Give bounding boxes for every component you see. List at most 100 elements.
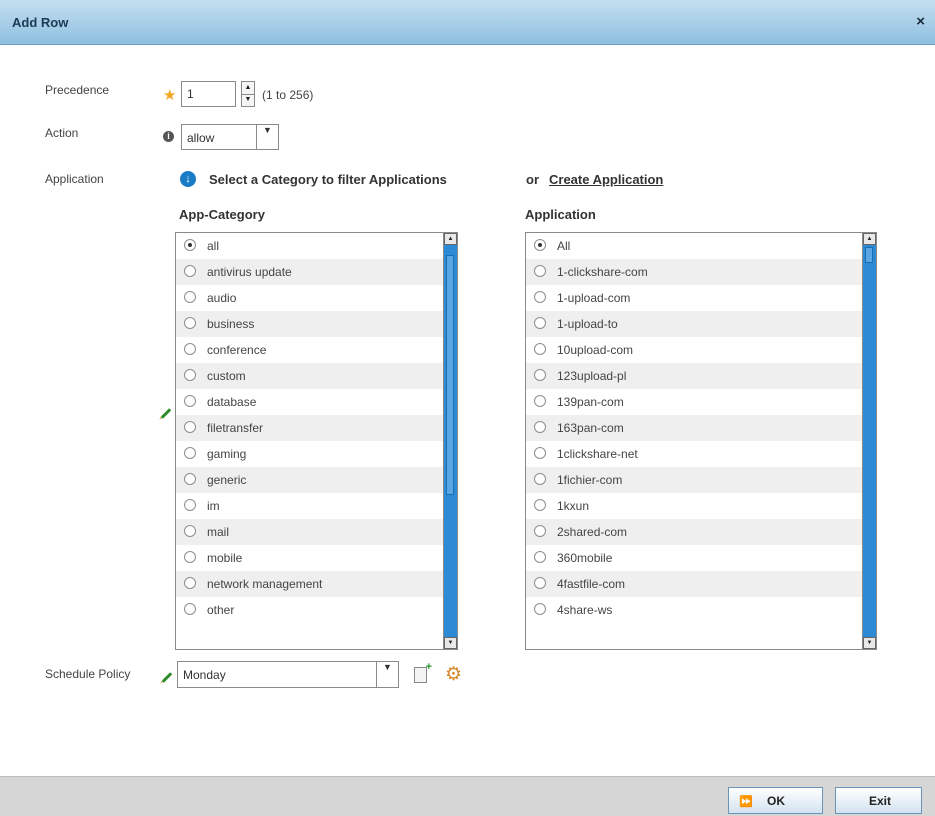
- list-item-label: 1-upload-com: [557, 291, 631, 305]
- schedule-policy-select[interactable]: Monday ▼: [177, 661, 399, 688]
- radio-button[interactable]: [534, 603, 546, 615]
- list-item[interactable]: custom: [176, 363, 443, 389]
- exit-button[interactable]: Exit: [835, 787, 922, 814]
- radio-button[interactable]: [184, 447, 196, 459]
- radio-button[interactable]: [184, 343, 196, 355]
- application-scrollbar[interactable]: ▲ ▼: [862, 233, 876, 649]
- app-category-list[interactable]: all antivirus update audio business conferen…: [175, 232, 458, 650]
- list-item[interactable]: conference: [176, 337, 443, 363]
- precedence-input[interactable]: 1: [181, 81, 236, 107]
- radio-button[interactable]: [534, 551, 546, 563]
- radio-button[interactable]: [534, 499, 546, 511]
- list-item-label: 139pan-com: [557, 395, 624, 409]
- precedence-spinner[interactable]: ▲ ▼: [241, 81, 255, 107]
- radio-button[interactable]: [184, 421, 196, 433]
- scroll-thumb[interactable]: [446, 255, 454, 495]
- scroll-down-icon[interactable]: ▼: [863, 637, 876, 649]
- list-item-label: 1kxun: [557, 499, 590, 513]
- radio-button[interactable]: [184, 369, 196, 381]
- list-item-label: 360mobile: [557, 551, 613, 565]
- radio-button[interactable]: [534, 343, 546, 355]
- scroll-down-icon[interactable]: ▼: [444, 637, 457, 649]
- list-item[interactable]: audio: [176, 285, 443, 311]
- radio-button[interactable]: [534, 291, 546, 303]
- radio-button[interactable]: [534, 395, 546, 407]
- precedence-range-hint: (1 to 256): [262, 88, 314, 102]
- list-item[interactable]: 163pan-com: [526, 415, 862, 441]
- radio-button[interactable]: [534, 525, 546, 537]
- edit-pencil-icon: [161, 672, 173, 683]
- application-list[interactable]: All 1-clickshare-com 1-upload-com 1-upload-…: [525, 232, 877, 650]
- list-item[interactable]: 10upload-com: [526, 337, 862, 363]
- application-header: Application: [525, 207, 596, 222]
- list-item[interactable]: gaming: [176, 441, 443, 467]
- list-item[interactable]: generic: [176, 467, 443, 493]
- radio-button[interactable]: [184, 551, 196, 563]
- list-item[interactable]: All: [526, 233, 862, 259]
- radio-button[interactable]: [184, 291, 196, 303]
- application-label: Application: [45, 172, 104, 186]
- radio-button[interactable]: [534, 421, 546, 433]
- list-item[interactable]: 360mobile: [526, 545, 862, 571]
- radio-button[interactable]: [534, 447, 546, 459]
- list-item[interactable]: filetransfer: [176, 415, 443, 441]
- radio-button[interactable]: [184, 395, 196, 407]
- radio-button[interactable]: [534, 265, 546, 277]
- radio-button[interactable]: [534, 473, 546, 485]
- radio-button[interactable]: [184, 499, 196, 511]
- list-item-label: 10upload-com: [557, 343, 634, 357]
- list-item[interactable]: 123upload-pl: [526, 363, 862, 389]
- create-application-link[interactable]: Create Application: [549, 172, 663, 187]
- list-item[interactable]: 1-clickshare-com: [526, 259, 862, 285]
- radio-button[interactable]: [184, 473, 196, 485]
- radio-button[interactable]: [534, 369, 546, 381]
- action-select[interactable]: allow ▼: [181, 124, 279, 150]
- list-item[interactable]: 4fastfile-com: [526, 571, 862, 597]
- close-icon[interactable]: ×: [916, 13, 925, 30]
- edit-pencil-icon: [160, 408, 172, 419]
- radio-button[interactable]: [184, 239, 196, 251]
- radio-button[interactable]: [534, 239, 546, 251]
- radio-button[interactable]: [534, 317, 546, 329]
- radio-button[interactable]: [534, 577, 546, 589]
- list-item[interactable]: 1-upload-com: [526, 285, 862, 311]
- list-item-label: 1-clickshare-com: [557, 265, 648, 279]
- scroll-up-icon[interactable]: ▲: [863, 233, 876, 245]
- radio-button[interactable]: [184, 317, 196, 329]
- list-item[interactable]: 1-upload-to: [526, 311, 862, 337]
- list-item[interactable]: business: [176, 311, 443, 337]
- download-arrow-icon: ↓: [180, 171, 196, 187]
- list-item-label: network management: [207, 577, 323, 591]
- list-item[interactable]: 4share-ws: [526, 597, 862, 623]
- list-item[interactable]: mobile: [176, 545, 443, 571]
- list-item-label: 1clickshare-net: [557, 447, 638, 461]
- ok-button[interactable]: ⏩ OK: [728, 787, 823, 814]
- scroll-up-icon[interactable]: ▲: [444, 233, 457, 245]
- list-item[interactable]: 1kxun: [526, 493, 862, 519]
- radio-button[interactable]: [184, 525, 196, 537]
- radio-button[interactable]: [184, 265, 196, 277]
- create-policy-icon[interactable]: [414, 661, 432, 683]
- radio-button[interactable]: [184, 603, 196, 615]
- list-item[interactable]: other: [176, 597, 443, 623]
- list-item-label: conference: [207, 343, 267, 357]
- scroll-thumb[interactable]: [865, 247, 873, 263]
- list-item[interactable]: im: [176, 493, 443, 519]
- app-category-scrollbar[interactable]: ▲ ▼: [443, 233, 457, 649]
- list-item-label: antivirus update: [207, 265, 292, 279]
- list-item[interactable]: antivirus update: [176, 259, 443, 285]
- list-item[interactable]: 1clickshare-net: [526, 441, 862, 467]
- list-item[interactable]: 1fichier-com: [526, 467, 862, 493]
- list-item[interactable]: mail: [176, 519, 443, 545]
- list-item-label: business: [207, 317, 255, 331]
- list-item[interactable]: all: [176, 233, 443, 259]
- list-item[interactable]: network management: [176, 571, 443, 597]
- radio-button[interactable]: [184, 577, 196, 589]
- list-item[interactable]: 139pan-com: [526, 389, 862, 415]
- app-category-rows: all antivirus update audio business conferen…: [176, 233, 443, 623]
- gear-icon[interactable]: ⚙: [445, 663, 462, 686]
- list-item-label: database: [207, 395, 257, 409]
- spin-down-icon[interactable]: ▼: [242, 94, 254, 106]
- list-item[interactable]: 2shared-com: [526, 519, 862, 545]
- list-item[interactable]: database: [176, 389, 443, 415]
